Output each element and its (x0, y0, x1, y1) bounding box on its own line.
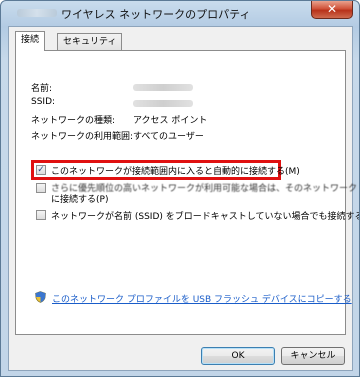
availability-label: ネットワークの利用範囲: (31, 132, 134, 142)
cancel-button[interactable]: キャンセル (281, 347, 345, 365)
availability-value: すべてのユーザー (133, 132, 204, 142)
connection-panel: 名前: SSID: ネットワークの種類: アクセス ポイント ネットワークの利用… (15, 50, 359, 335)
name-label: 名前: (31, 84, 53, 94)
dialog-client-area: 接続 セキュリティ 名前: SSID: ネットワークの種類: アクセス ポイント… (8, 26, 359, 371)
tab-security[interactable]: セキュリティ (57, 33, 123, 50)
close-button[interactable]: ✕ (311, 1, 353, 19)
network-type-label: ネットワークの種類: (31, 116, 116, 126)
auto-connect-label[interactable]: このネットワークが接続範囲内に入ると自動的に接続する(M) (51, 164, 300, 177)
ok-button[interactable]: OK (201, 347, 275, 365)
copy-profile-link[interactable]: このネットワーク プロファイルを USB フラッシュ デバイスにコピーする (52, 292, 352, 305)
tab-connection[interactable]: 接続 (15, 31, 46, 51)
hidden-ssid-label[interactable]: ネットワークが名前 (SSID) をブロードキャストしていない場合でも接続する(… (51, 209, 359, 222)
shield-icon (35, 291, 46, 303)
title-network-name-redacted (17, 9, 57, 17)
ssid-label: SSID: (31, 97, 56, 107)
ssid-value-redacted (133, 100, 193, 107)
title-bar[interactable]: ワイヤレス ネットワークのプロパティ ✕ (1, 1, 359, 25)
auto-connect-checkbox[interactable]: ✓ (36, 165, 46, 175)
network-type-value: アクセス ポイント (133, 116, 208, 126)
properties-window: ワイヤレス ネットワークのプロパティ ✕ 接続 セキュリティ 名前: SSID:… (0, 0, 360, 377)
window-title: ワイヤレス ネットワークのプロパティ (61, 8, 251, 21)
name-value-redacted (133, 84, 193, 91)
hidden-ssid-checkbox[interactable] (36, 210, 46, 220)
prefer-other-checkbox[interactable] (36, 183, 46, 193)
prefer-other-label-line2[interactable]: に接続する(P) (51, 192, 108, 205)
